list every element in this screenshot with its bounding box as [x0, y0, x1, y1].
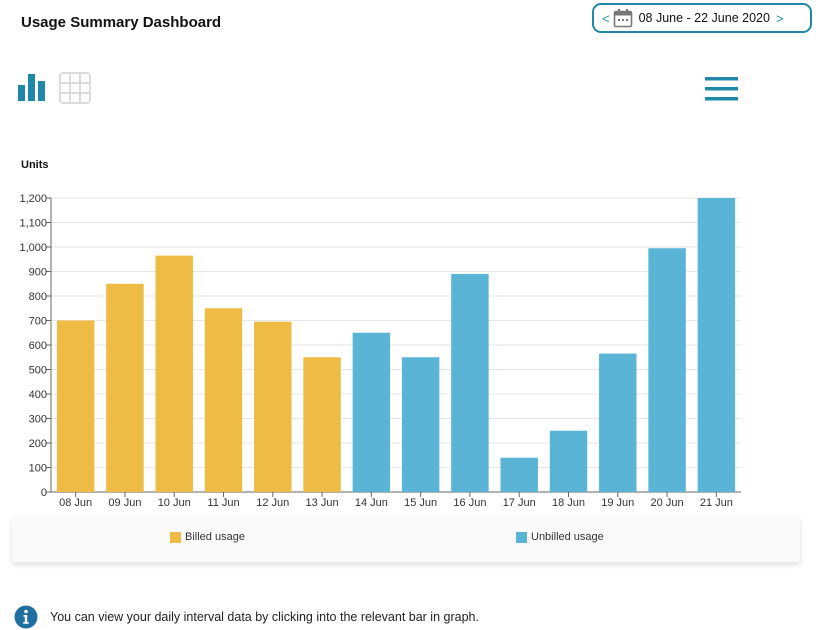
billed-bar[interactable]	[303, 357, 341, 492]
y-tick-label: 600	[29, 340, 47, 352]
y-axis-label: Units	[21, 159, 49, 171]
usage-bar-chart: 0 100 200 300 400 500 600 700 800 900 1,000 1,100 1,…	[19, 193, 741, 509]
bar-chart-icon[interactable]	[17, 72, 47, 104]
legend-unbilled-usage[interactable]: Unbilled usage	[516, 531, 604, 543]
billed-bar[interactable]	[204, 308, 243, 492]
x-tick-label: 14 Jun	[355, 497, 388, 509]
unbilled-bar[interactable]	[648, 248, 686, 492]
hamburger-icon[interactable]	[705, 77, 738, 106]
view-toggle	[17, 72, 91, 104]
y-tick-label: 400	[29, 389, 47, 401]
x-tick-label: 10 Jun	[158, 497, 191, 509]
date-range-text: 08 June - 22 June 2020	[638, 11, 770, 25]
x-tick-label: 19 Jun	[601, 497, 634, 509]
billed-bar[interactable]	[254, 321, 292, 492]
y-tick-label: 100	[29, 463, 47, 475]
legend-billed-label: Billed usage	[185, 531, 245, 543]
billed-bar[interactable]	[56, 320, 95, 493]
chart-legend: Billed usage Unbilled usage	[12, 516, 800, 562]
info-icon	[14, 605, 38, 629]
y-tick-label: 800	[29, 291, 47, 303]
unbilled-bar[interactable]	[697, 198, 736, 492]
page-title: Usage Summary Dashboard	[21, 14, 222, 31]
x-tick-label: 18 Jun	[552, 497, 585, 509]
y-tick-label: 700	[29, 316, 47, 328]
x-tick-label: 20 Jun	[651, 497, 684, 509]
x-tick-label: 16 Jun	[453, 497, 486, 509]
info-message: You can view your daily interval data by…	[14, 605, 479, 629]
x-tick-label: 13 Jun	[306, 497, 339, 509]
unbilled-bar[interactable]	[401, 357, 440, 492]
billed-bar[interactable]	[106, 283, 144, 492]
billed-usage-swatch	[170, 531, 181, 543]
y-tick-label: 0	[41, 487, 47, 499]
unbilled-bar[interactable]	[599, 353, 637, 492]
x-tick-label: 17 Jun	[503, 497, 536, 509]
y-tick-label: 1,000	[19, 242, 47, 254]
next-date-button[interactable]: >	[776, 11, 784, 26]
x-tick-label: 15 Jun	[404, 497, 437, 509]
y-tick-label: 500	[29, 365, 47, 377]
prev-date-button[interactable]: <	[602, 11, 610, 26]
x-tick-label: 12 Jun	[256, 497, 289, 509]
unbilled-bar[interactable]	[549, 430, 588, 492]
info-text: You can view your daily interval data by…	[50, 610, 479, 624]
y-tick-label: 1,100	[19, 218, 47, 230]
y-tick-label: 1,200	[19, 193, 47, 205]
x-tick-label: 09 Jun	[108, 497, 141, 509]
y-tick-label: 300	[29, 414, 47, 426]
billed-bar[interactable]	[155, 255, 193, 492]
legend-unbilled-label: Unbilled usage	[531, 531, 604, 543]
calendar-icon[interactable]	[613, 8, 633, 28]
unbilled-bar[interactable]	[352, 332, 391, 492]
grid-icon[interactable]	[59, 72, 91, 104]
unbilled-bar[interactable]	[451, 273, 489, 492]
x-tick-label: 08 Jun	[59, 497, 92, 509]
unbilled-usage-swatch	[516, 531, 527, 543]
date-range-picker[interactable]: < 08 June - 22 June 2020 >	[592, 3, 812, 33]
legend-billed-usage[interactable]: Billed usage	[170, 531, 245, 543]
x-tick-label: 11 Jun	[207, 497, 239, 509]
y-tick-label: 900	[29, 267, 47, 279]
y-tick-label: 200	[29, 438, 47, 450]
x-tick-label: 21 Jun	[700, 497, 733, 509]
unbilled-bar[interactable]	[500, 457, 538, 492]
